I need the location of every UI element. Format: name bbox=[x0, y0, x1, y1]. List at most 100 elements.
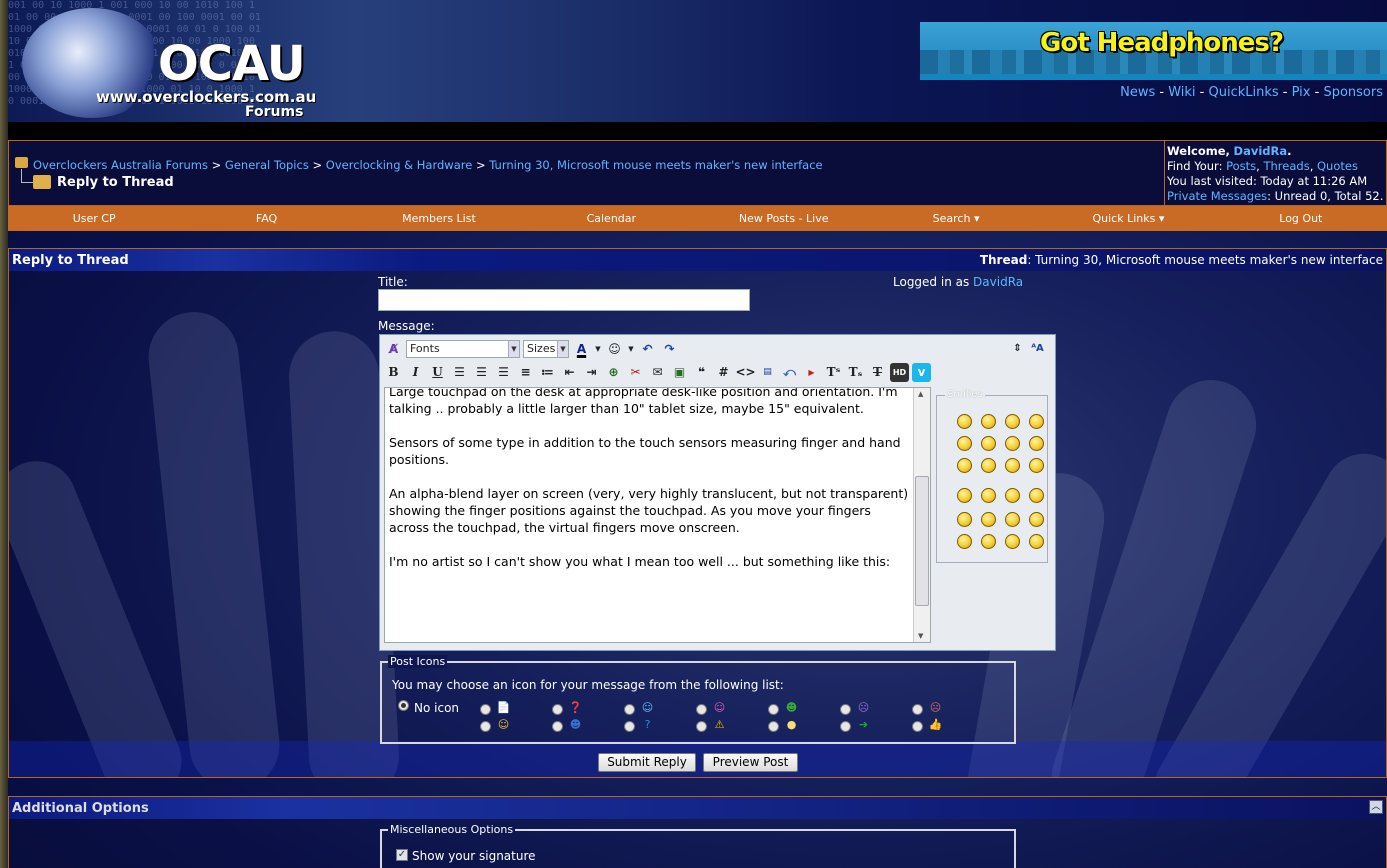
nav-search[interactable]: Search ▾ bbox=[870, 212, 1042, 225]
nav-faq[interactable]: FAQ bbox=[180, 212, 352, 225]
post-icon-radio[interactable] bbox=[624, 704, 635, 715]
toplink-sponsors[interactable]: Sponsors bbox=[1323, 85, 1383, 100]
smiley-icon[interactable] bbox=[957, 488, 972, 503]
post-icon-radio[interactable] bbox=[552, 704, 563, 715]
undo-icon[interactable]: ↶ bbox=[638, 340, 657, 359]
outdent-icon[interactable]: ⇤ bbox=[560, 363, 579, 382]
align-right-icon[interactable]: ☰ bbox=[494, 363, 513, 382]
smiley-icon[interactable] bbox=[981, 512, 996, 527]
vimeo-icon[interactable]: v bbox=[912, 362, 931, 382]
message-textarea[interactable]: Large touchpad on the desk at appropriat… bbox=[384, 387, 931, 643]
smiley-icon[interactable] bbox=[1005, 512, 1020, 527]
align-center-icon[interactable]: ☰ bbox=[472, 363, 491, 382]
insert-media-icon[interactable]: ⤺ bbox=[780, 363, 799, 382]
strikethrough-icon[interactable]: T bbox=[868, 363, 887, 382]
html-icon[interactable]: <> bbox=[735, 363, 755, 382]
find-posts-link[interactable]: Posts bbox=[1226, 159, 1256, 173]
bold-icon[interactable]: B bbox=[384, 363, 403, 382]
find-quotes-link[interactable]: Quotes bbox=[1317, 159, 1358, 173]
post-icon-radio[interactable] bbox=[480, 721, 491, 732]
post-icon-radio[interactable] bbox=[552, 721, 563, 732]
show-signature-checkbox[interactable]: ✓ bbox=[396, 849, 408, 861]
smiley-icon[interactable] bbox=[1029, 436, 1044, 451]
scroll-down-icon[interactable]: ▼ bbox=[918, 632, 923, 640]
chevron-down-icon[interactable]: ▼ bbox=[594, 340, 602, 359]
italic-icon[interactable]: I bbox=[406, 363, 425, 382]
ordered-list-icon[interactable]: ≡ bbox=[516, 363, 535, 382]
smiley-icon[interactable] bbox=[981, 488, 996, 503]
subscript-icon[interactable]: Tₛ bbox=[846, 363, 865, 382]
smiley-icon[interactable] bbox=[981, 414, 996, 429]
smiley-icon[interactable] bbox=[1005, 436, 1020, 451]
size-select[interactable]: Sizes ▼ bbox=[523, 340, 569, 358]
nav-new-posts-live[interactable]: New Posts - Live bbox=[698, 212, 870, 225]
php-icon[interactable]: ▤ bbox=[758, 363, 777, 382]
smiley-icon[interactable] bbox=[1029, 488, 1044, 503]
nav-quick-links[interactable]: Quick Links ▾ bbox=[1042, 212, 1214, 225]
textarea-scrollbar[interactable]: ▲ ▼ bbox=[913, 388, 930, 642]
toplink-quicklinks[interactable]: QuickLinks bbox=[1209, 85, 1279, 100]
smiley-icon[interactable] bbox=[957, 436, 972, 451]
youtube-icon[interactable]: ▶ bbox=[802, 363, 821, 382]
smiley-icon[interactable] bbox=[981, 436, 996, 451]
smiley-icon[interactable] bbox=[957, 512, 972, 527]
nav-user-cp[interactable]: User CP bbox=[8, 212, 180, 225]
crumb-general-topics[interactable]: General Topics bbox=[225, 158, 309, 172]
crumb-forums-home[interactable]: Overclockers Australia Forums bbox=[33, 158, 208, 172]
nav-log-out[interactable]: Log Out bbox=[1215, 212, 1387, 225]
insert-link-icon[interactable]: ⊕ bbox=[604, 363, 623, 382]
smiley-icon[interactable] bbox=[1029, 512, 1044, 527]
scrollbar-thumb[interactable] bbox=[915, 476, 929, 606]
post-icon-radio[interactable] bbox=[480, 704, 491, 715]
advert-banner[interactable]: Got Headphones? bbox=[920, 22, 1387, 80]
find-threads-link[interactable]: Threads bbox=[1263, 159, 1309, 173]
post-icon-radio[interactable] bbox=[912, 704, 923, 715]
private-messages-link[interactable]: Private Messages bbox=[1167, 189, 1267, 203]
scroll-up-icon[interactable]: ▲ bbox=[918, 390, 923, 398]
smiley-menu-icon[interactable]: ☺ bbox=[605, 340, 624, 359]
post-icon-radio[interactable] bbox=[768, 704, 779, 715]
insert-image-icon[interactable]: ▣ bbox=[670, 363, 689, 382]
resize-icon[interactable]: ⇕ bbox=[1008, 339, 1027, 358]
toplink-pix[interactable]: Pix bbox=[1292, 85, 1311, 100]
chevron-down-icon[interactable]: ▼ bbox=[627, 340, 635, 359]
collapse-icon[interactable]: ︿ bbox=[1369, 800, 1383, 814]
smiley-icon[interactable] bbox=[1005, 488, 1020, 503]
nav-members-list[interactable]: Members List bbox=[353, 212, 525, 225]
underline-icon[interactable]: U bbox=[428, 363, 447, 382]
toplink-news[interactable]: News bbox=[1120, 85, 1155, 100]
quote-icon[interactable]: ❝ bbox=[692, 363, 711, 382]
code-icon[interactable]: # bbox=[714, 363, 733, 382]
unordered-list-icon[interactable]: ≔ bbox=[538, 363, 557, 382]
welcome-user-link[interactable]: DavidRa bbox=[1234, 144, 1288, 158]
post-icon-radio[interactable] bbox=[696, 704, 707, 715]
smiley-icon[interactable] bbox=[1029, 458, 1044, 473]
align-left-icon[interactable]: ☰ bbox=[450, 363, 469, 382]
smiley-icon[interactable] bbox=[981, 534, 996, 549]
post-icon-radio[interactable] bbox=[912, 721, 923, 732]
indent-icon[interactable]: ⇥ bbox=[582, 363, 601, 382]
logged-in-user-link[interactable]: DavidRa bbox=[973, 275, 1023, 289]
crumb-overclocking-hardware[interactable]: Overclocking & Hardware bbox=[326, 158, 473, 172]
nav-calendar[interactable]: Calendar bbox=[525, 212, 697, 225]
hd-video-icon[interactable]: HD bbox=[890, 362, 909, 382]
smiley-icon[interactable] bbox=[1029, 534, 1044, 549]
toplink-wiki[interactable]: Wiki bbox=[1168, 85, 1195, 100]
post-icon-radio[interactable] bbox=[840, 704, 851, 715]
post-icon-radio[interactable] bbox=[840, 721, 851, 732]
switch-mode-icon[interactable]: ᴬA bbox=[1028, 339, 1047, 358]
no-icon-radio[interactable] bbox=[398, 700, 409, 711]
post-icon-radio[interactable] bbox=[624, 721, 635, 732]
preview-post-button[interactable]: Preview Post bbox=[703, 753, 798, 772]
smiley-icon[interactable] bbox=[1005, 458, 1020, 473]
superscript-icon[interactable]: Tˢ bbox=[824, 363, 843, 382]
smiley-icon[interactable] bbox=[1005, 414, 1020, 429]
remove-link-icon[interactable]: ✂ bbox=[626, 363, 645, 382]
smiley-icon[interactable] bbox=[957, 458, 972, 473]
title-input[interactable] bbox=[378, 289, 750, 311]
post-icon-radio[interactable] bbox=[696, 721, 707, 732]
submit-reply-button[interactable]: Submit Reply bbox=[598, 753, 696, 772]
font-select[interactable]: Fonts ▼ bbox=[406, 340, 520, 358]
remove-format-icon[interactable]: A̸ bbox=[384, 340, 403, 359]
smiley-icon[interactable] bbox=[981, 458, 996, 473]
